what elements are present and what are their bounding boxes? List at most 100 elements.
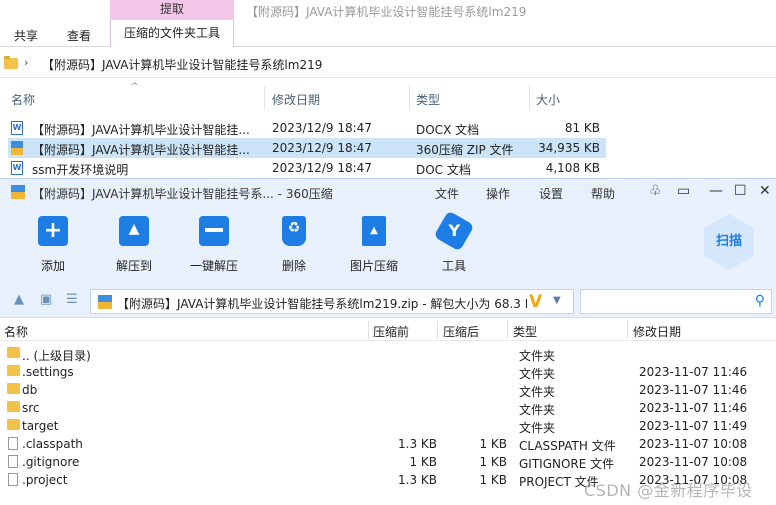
list-view-icon[interactable]: ☰ bbox=[66, 292, 78, 307]
menu-settings[interactable]: 设置 bbox=[539, 185, 563, 202]
add-button[interactable]: 添加 bbox=[18, 216, 88, 274]
feedback-icon[interactable]: ▭ bbox=[677, 183, 690, 199]
file-type: DOCX 文档 bbox=[416, 123, 480, 137]
file-type: 360压缩 ZIP 文件 bbox=[416, 143, 514, 157]
search-input[interactable]: ⚲ bbox=[580, 289, 772, 314]
tools-button[interactable]: 工具 bbox=[419, 210, 489, 274]
one-click-extract-icon bbox=[199, 216, 229, 246]
tab-compressed-folder-tools[interactable]: 压缩的文件夹工具 bbox=[110, 20, 234, 47]
file-name: ssm开发环境说明 bbox=[32, 163, 129, 177]
archive-column-header: 名称 压缩前 压缩后 类型 修改日期 bbox=[0, 319, 776, 341]
entry-name: .settings bbox=[22, 365, 74, 379]
window-title: 【附源码】JAVA计算机毕业设计智能挂号系统lm219 bbox=[246, 5, 527, 19]
entry-date: 2023-11-07 11:49 bbox=[639, 419, 748, 433]
delete-button[interactable]: 删除 bbox=[259, 216, 329, 274]
zip-archive-icon bbox=[98, 295, 112, 309]
column-divider[interactable] bbox=[264, 86, 265, 110]
column-divider[interactable] bbox=[529, 86, 530, 110]
file-icon bbox=[8, 437, 18, 450]
add-label: 添加 bbox=[40, 259, 65, 273]
explorer-row-selected[interactable]: 【附源码】JAVA计算机毕业设计智能挂... 2023/12/9 18:47 3… bbox=[8, 138, 606, 158]
entry-date: 2023-11-07 10:08 bbox=[639, 437, 748, 451]
entry-size-before: 1.3 KB bbox=[398, 473, 437, 487]
column-size[interactable]: 大小 bbox=[536, 91, 560, 108]
archive-row[interactable]: target 文件夹 2023-11-07 11:49 bbox=[0, 417, 776, 435]
entry-type: GITIGNORE 文件 bbox=[519, 457, 615, 471]
column-size-before[interactable]: 压缩前 bbox=[373, 323, 409, 340]
menu-file[interactable]: 文件 bbox=[435, 185, 459, 202]
close-icon[interactable]: ✕ bbox=[759, 183, 771, 199]
entry-date: 2023-11-07 11:46 bbox=[639, 383, 748, 397]
explorer-row[interactable]: W 【附源码】JAVA计算机毕业设计智能挂... 2023/12/9 18:47… bbox=[8, 118, 606, 138]
delete-label: 删除 bbox=[281, 259, 306, 273]
address-bar[interactable]: › 【附源码】JAVA计算机毕业设计智能挂号系统lm219 bbox=[0, 50, 776, 78]
entry-type: 文件夹 bbox=[519, 385, 556, 399]
entry-type: CLASSPATH 文件 bbox=[519, 439, 616, 453]
folder-icon bbox=[7, 419, 20, 430]
column-divider[interactable] bbox=[409, 86, 410, 110]
archive-row[interactable]: db 文件夹 2023-11-07 11:46 bbox=[0, 381, 776, 399]
entry-type: 文件夹 bbox=[519, 421, 556, 435]
column-size-after[interactable]: 压缩后 bbox=[443, 323, 479, 340]
explorer-column-header: ^ 名称 修改日期 类型 大小 bbox=[0, 82, 620, 110]
address-path: 【附源码】JAVA计算机毕业设计智能挂号系统lm219 bbox=[42, 58, 323, 72]
file-size: 81 KB bbox=[564, 121, 600, 135]
entry-date: 2023-11-07 10:08 bbox=[639, 455, 748, 469]
context-group-extract: 提取 bbox=[110, 0, 234, 20]
search-icon[interactable]: ⚲ bbox=[755, 293, 765, 309]
archiver-titlebar[interactable]: 【附源码】JAVA计算机毕业设计智能挂号系... - 360压缩 文件 操作 设… bbox=[0, 179, 776, 206]
thumbnail-view-icon[interactable]: ▣ bbox=[40, 292, 52, 307]
column-name[interactable]: 名称 bbox=[11, 91, 35, 108]
column-modified[interactable]: 修改日期 bbox=[272, 91, 320, 108]
file-modified: 2023/12/9 18:47 bbox=[272, 141, 372, 155]
folder-icon bbox=[7, 383, 20, 394]
entry-size-before: 1 KB bbox=[409, 455, 437, 469]
minimize-icon[interactable]: — bbox=[709, 183, 723, 199]
tab-view[interactable]: 查看 bbox=[67, 27, 91, 44]
menu-help[interactable]: 帮助 bbox=[591, 185, 615, 202]
archive-row[interactable]: .gitignore 1 KB 1 KB GITIGNORE 文件 2023-11-07… bbox=[0, 453, 776, 471]
archive-row[interactable]: .classpath 1.3 KB 1 KB CLASSPATH 文件 2023-11-… bbox=[0, 435, 776, 453]
column-divider[interactable] bbox=[368, 321, 369, 339]
column-divider[interactable] bbox=[507, 321, 508, 339]
entry-type: 文件夹 bbox=[519, 349, 556, 363]
word-doc-icon: W bbox=[11, 121, 23, 135]
chevron-right-icon[interactable]: › bbox=[24, 56, 28, 69]
scan-button[interactable]: 扫描 bbox=[704, 214, 754, 270]
column-date[interactable]: 修改日期 bbox=[633, 323, 681, 340]
up-arrow-icon[interactable]: ▲ bbox=[14, 292, 24, 307]
file-name: 【附源码】JAVA计算机毕业设计智能挂... bbox=[32, 123, 250, 137]
archive-row[interactable]: .. (上级目录) 文件夹 bbox=[0, 345, 776, 363]
file-modified: 2023/12/9 18:47 bbox=[272, 121, 372, 135]
shirt-skin-icon[interactable]: ♧ bbox=[649, 183, 662, 199]
entry-name: db bbox=[22, 383, 38, 397]
entry-name: target bbox=[22, 419, 59, 433]
entry-name: .project bbox=[22, 473, 68, 487]
explorer-row[interactable]: W ssm开发环境说明 2023/12/9 18:47 DOC 文档 4,108… bbox=[8, 158, 606, 178]
archive-path-box[interactable]: 【附源码】JAVA计算机毕业设计智能挂号系统lm219.zip - 解包大小为 … bbox=[90, 289, 574, 314]
entry-size-after: 1 KB bbox=[479, 437, 507, 451]
column-divider[interactable] bbox=[437, 321, 438, 339]
one-click-extract-button[interactable]: 一键解压 bbox=[179, 216, 249, 274]
extract-to-button[interactable]: 解压到 bbox=[99, 216, 169, 274]
column-type[interactable]: 类型 bbox=[416, 91, 440, 108]
tab-share[interactable]: 共享 bbox=[14, 27, 38, 44]
column-divider[interactable] bbox=[627, 321, 628, 339]
maximize-icon[interactable]: ☐ bbox=[734, 183, 747, 199]
zip-archive-icon bbox=[11, 141, 23, 155]
image-compress-icon bbox=[362, 216, 386, 246]
entry-name: .gitignore bbox=[22, 455, 80, 469]
word-doc-icon: W bbox=[11, 161, 23, 175]
archive-row[interactable]: src 文件夹 2023-11-07 11:46 bbox=[0, 399, 776, 417]
image-compress-button[interactable]: 图片压缩 bbox=[339, 216, 409, 274]
file-icon bbox=[8, 473, 18, 486]
column-type[interactable]: 类型 bbox=[513, 323, 537, 340]
tools-icon bbox=[433, 210, 475, 252]
file-name: 【附源码】JAVA计算机毕业设计智能挂... bbox=[32, 143, 250, 157]
chevron-down-icon[interactable]: ▼ bbox=[553, 295, 561, 306]
menu-operation[interactable]: 操作 bbox=[486, 185, 510, 202]
file-icon bbox=[8, 455, 18, 468]
verified-v-icon: V bbox=[529, 292, 543, 312]
archive-row[interactable]: .settings 文件夹 2023-11-07 11:46 bbox=[0, 363, 776, 381]
column-name[interactable]: 名称 bbox=[4, 323, 28, 340]
